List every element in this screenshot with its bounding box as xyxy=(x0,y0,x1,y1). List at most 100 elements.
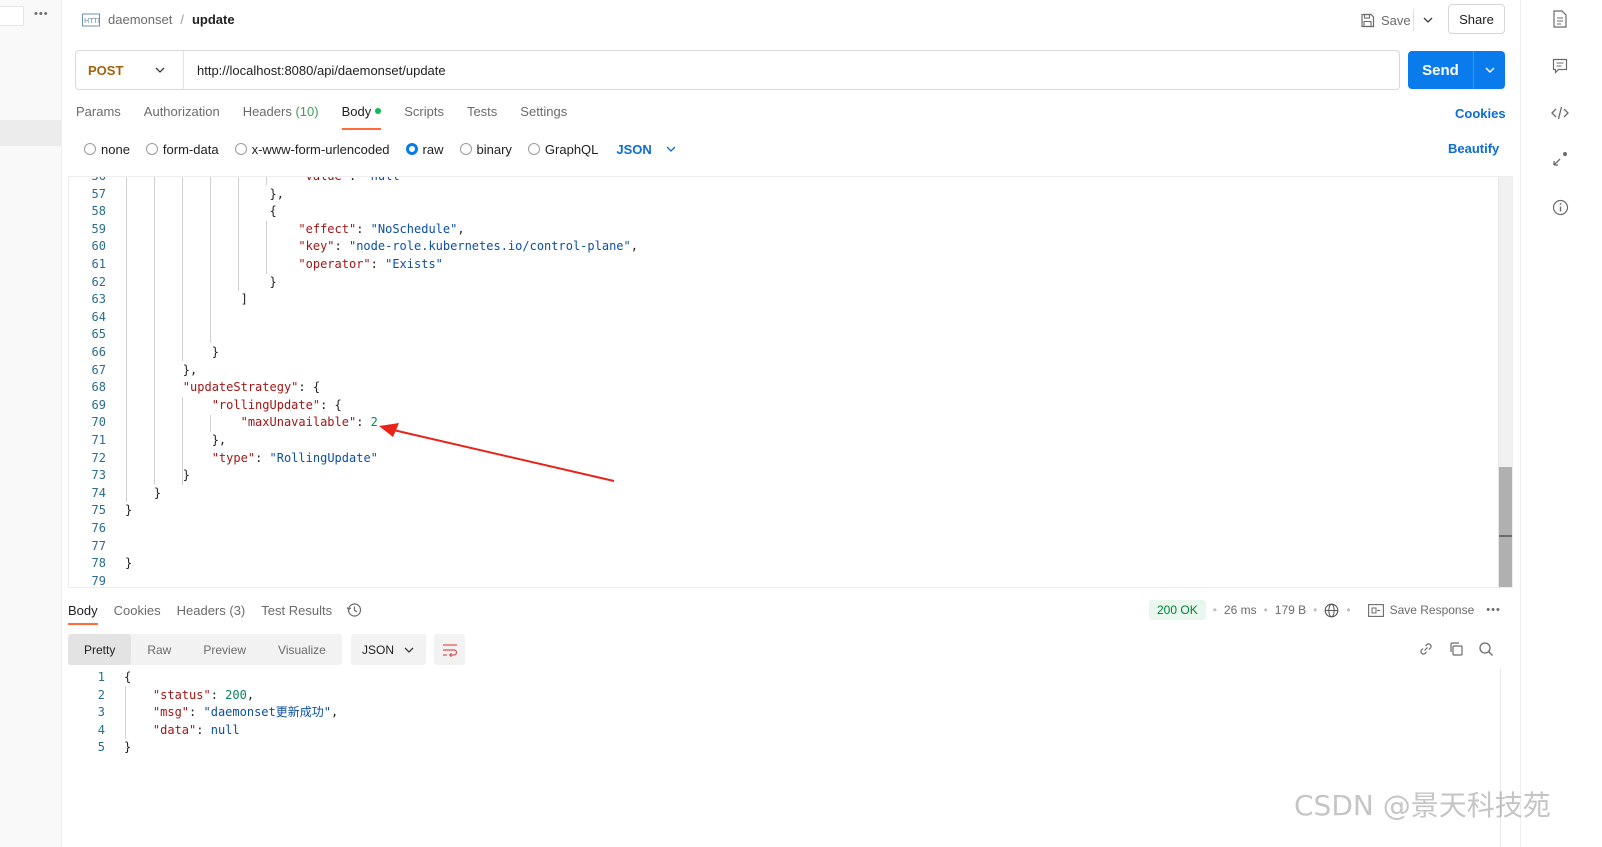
send-button[interactable]: Send xyxy=(1408,51,1505,89)
tab-settings[interactable]: Settings xyxy=(520,104,567,130)
tab-label: Headers xyxy=(242,104,292,119)
chevron-down-icon xyxy=(155,67,165,73)
related-collections-icon[interactable] xyxy=(1549,148,1571,170)
line-content: } xyxy=(125,345,219,359)
documentation-icon[interactable] xyxy=(1549,8,1571,30)
line-content: "operator": "Exists" xyxy=(298,257,443,271)
code-line: 59 "effect": "NoSchedule", xyxy=(69,221,1512,239)
method-value: POST xyxy=(88,62,124,78)
sidebar-active-item[interactable] xyxy=(0,120,61,146)
tab-label: Headers xyxy=(176,603,226,618)
copy-icon[interactable] xyxy=(1448,641,1464,657)
view-pretty[interactable]: Pretty xyxy=(68,634,132,665)
save-button[interactable]: Save xyxy=(1360,9,1411,31)
line-number: 74 xyxy=(91,485,106,500)
line-number: 70 xyxy=(91,415,106,430)
request-body-editor[interactable]: 56 "value": "null" 57 }, 58 {59 "effect": … xyxy=(68,176,1513,588)
response-tab-headers[interactable]: Headers (3) xyxy=(177,603,246,625)
share-button[interactable]: Share xyxy=(1448,4,1505,34)
line-content: "maxUnavailable": 2 xyxy=(240,415,378,430)
response-format-select[interactable]: JSON xyxy=(351,634,426,665)
save-response-icon xyxy=(1367,603,1384,617)
view-raw[interactable]: Raw xyxy=(131,634,187,665)
line-content: "effect": "NoSchedule", xyxy=(298,221,465,236)
line-content: } xyxy=(124,740,132,755)
tab-params[interactable]: Params xyxy=(76,104,121,130)
code-line: 63 ] xyxy=(69,291,1512,309)
code-icon[interactable] xyxy=(1549,102,1571,124)
send-options-button[interactable] xyxy=(1474,67,1505,73)
radio-label: x-www-form-urlencoded xyxy=(251,141,390,157)
tab-headers[interactable]: Headers (10) xyxy=(243,104,319,130)
info-icon[interactable] xyxy=(1549,196,1571,218)
more-options-icon[interactable]: ••• xyxy=(34,8,49,20)
save-options-button[interactable] xyxy=(1420,9,1436,31)
status-badge[interactable]: 200 OK xyxy=(1149,600,1206,620)
breadcrumb-parent[interactable]: daemonset xyxy=(108,12,172,27)
code-line: 2 "status": 200, xyxy=(68,687,1501,705)
method-select[interactable]: POST xyxy=(76,51,184,89)
view-visualize[interactable]: Visualize xyxy=(262,634,342,665)
radio-form-data[interactable]: form-data xyxy=(145,142,219,157)
search-icon[interactable] xyxy=(1478,641,1494,657)
line-number: 5 xyxy=(97,740,105,755)
more-options-icon[interactable]: ••• xyxy=(1486,604,1501,616)
cookies-link[interactable]: Cookies xyxy=(1455,106,1506,121)
body-format-value: JSON xyxy=(616,141,652,157)
radio-none[interactable]: none xyxy=(84,142,130,157)
editor-scrollbar-thumb[interactable] xyxy=(1499,467,1512,587)
code-line: 62 } xyxy=(69,274,1512,292)
line-content: }, xyxy=(125,433,227,447)
radio-x-www-form-urlencoded[interactable]: x-www-form-urlencoded xyxy=(234,141,390,157)
response-size[interactable]: 179 B xyxy=(1275,603,1306,617)
radio-label: binary xyxy=(476,141,512,157)
line-content: } xyxy=(125,485,162,500)
meta-separator: • xyxy=(1263,603,1268,617)
comments-icon[interactable] xyxy=(1549,55,1571,77)
code-line: 58 { xyxy=(69,203,1512,221)
history-icon[interactable] xyxy=(346,602,362,621)
body-format-select[interactable]: JSON xyxy=(616,141,676,157)
breadcrumb: HTTP daemonset / update xyxy=(82,12,235,27)
sidebar-collapsed-tab[interactable] xyxy=(0,6,24,26)
tab-body[interactable]: Body xyxy=(341,104,382,130)
line-content: "value": "null" xyxy=(298,176,407,183)
response-tab-body[interactable]: Body xyxy=(68,603,98,625)
line-content: "msg": "daemonset更新成功", xyxy=(152,705,339,720)
code-line: 57 }, xyxy=(69,186,1512,204)
beautify-link[interactable]: Beautify xyxy=(1448,141,1499,156)
line-number: 78 xyxy=(91,556,106,571)
response-format-value: JSON xyxy=(362,642,395,657)
wrap-lines-button[interactable] xyxy=(434,634,465,665)
url-input[interactable]: http://localhost:8080/api/daemonset/upda… xyxy=(184,63,446,78)
annotation-arrow xyxy=(379,423,615,482)
wrap-lines-icon xyxy=(442,643,457,657)
code-line: 1{ xyxy=(68,669,1501,687)
svg-text:HTTP: HTTP xyxy=(84,17,100,25)
code-line: 71 }, xyxy=(69,432,1512,450)
radio-raw[interactable]: raw xyxy=(405,142,444,157)
response-time[interactable]: 26 ms xyxy=(1224,603,1257,617)
globe-icon[interactable] xyxy=(1324,603,1339,618)
code-line: 66 } xyxy=(69,344,1512,362)
tab-label: Test Results xyxy=(261,603,333,618)
breadcrumb-current[interactable]: update xyxy=(192,12,235,27)
response-tab-cookies[interactable]: Cookies xyxy=(114,603,161,625)
line-number: 73 xyxy=(91,468,106,483)
link-icon[interactable] xyxy=(1418,641,1434,657)
response-tools xyxy=(1418,641,1494,657)
response-body-viewer[interactable]: 1{2 "status": 200, 3 "msg": "daemonset更新成… xyxy=(68,669,1501,847)
request-tabs: Params Authorization Headers (10) Body S… xyxy=(76,104,590,130)
tab-label: Body xyxy=(341,104,372,119)
code-line: 69 "rollingUpdate": { xyxy=(69,397,1512,415)
radio-binary[interactable]: binary xyxy=(459,141,512,157)
tab-tests[interactable]: Tests xyxy=(467,104,497,130)
response-tab-test-results[interactable]: Test Results xyxy=(261,603,332,625)
view-preview[interactable]: Preview xyxy=(187,634,262,665)
radio-graphql[interactable]: GraphQL xyxy=(527,142,598,157)
save-response-button[interactable]: Save Response xyxy=(1367,603,1474,617)
tab-count: (10) xyxy=(295,104,319,119)
tab-scripts[interactable]: Scripts xyxy=(404,104,444,130)
code-line: 67 }, xyxy=(69,362,1512,380)
tab-authorization[interactable]: Authorization xyxy=(144,104,220,130)
